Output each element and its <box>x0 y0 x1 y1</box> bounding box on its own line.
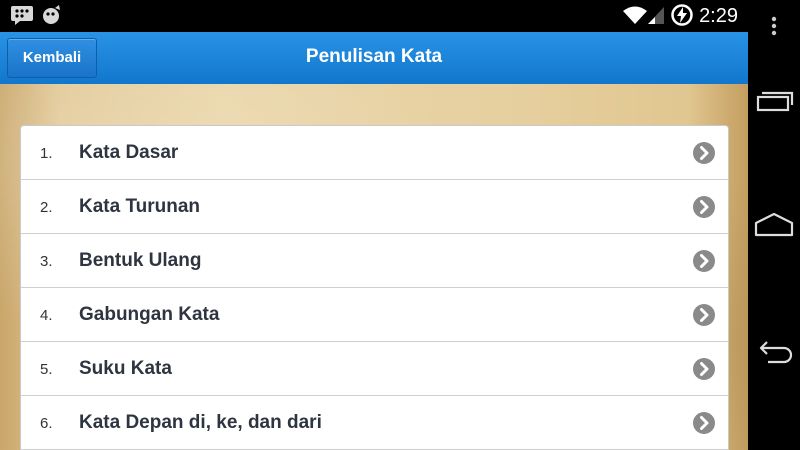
chevron-right-icon <box>693 358 715 380</box>
chevron-right-icon <box>693 142 715 164</box>
item-number: 5. <box>40 361 53 378</box>
home-icon <box>754 212 794 237</box>
navigation-bar <box>748 0 800 450</box>
menu-list: 1. Kata Dasar 2. Kata Turunan 3. Bentuk … <box>20 125 729 450</box>
list-item[interactable]: 2. Kata Turunan <box>21 180 728 234</box>
item-number: 3. <box>40 253 53 270</box>
chevron-right-icon <box>693 196 715 218</box>
status-bar: 2:29 <box>0 0 748 32</box>
back-button[interactable]: Kembali <box>7 38 97 78</box>
item-label: Kata Turunan <box>79 196 201 217</box>
item-label: Suku Kata <box>79 358 172 379</box>
signal-icon <box>646 5 666 29</box>
chevron-right-icon <box>693 412 715 434</box>
notification-app-icon <box>40 4 64 30</box>
item-label: Bentuk Ulang <box>79 250 202 271</box>
list-item[interactable]: 6. Kata Depan di, ke, dan dari <box>21 396 728 450</box>
item-label: Kata Depan di, ke, dan dari <box>79 412 322 433</box>
item-label: Gabungan Kata <box>79 304 220 325</box>
item-label: Kata Dasar <box>79 142 179 163</box>
clock: 2:29 <box>699 5 738 27</box>
list-item[interactable]: 5. Suku Kata <box>21 342 728 396</box>
list-item[interactable]: 3. Bentuk Ulang <box>21 234 728 288</box>
item-number: 2. <box>40 199 53 216</box>
back-nav-button[interactable] <box>748 320 800 380</box>
chevron-right-icon <box>693 250 715 272</box>
back-icon <box>759 341 793 364</box>
recent-apps-button[interactable] <box>748 70 800 130</box>
item-number: 4. <box>40 307 53 324</box>
overflow-menu-icon <box>771 16 777 36</box>
item-number: 6. <box>40 415 53 432</box>
wifi-icon <box>622 5 648 29</box>
list-item[interactable]: 4. Gabungan Kata <box>21 288 728 342</box>
list-item[interactable]: 1. Kata Dasar <box>21 126 728 180</box>
content-area: 1. Kata Dasar 2. Kata Turunan 3. Bentuk … <box>0 84 748 450</box>
action-bar: Kembali Penulisan Kata <box>0 32 748 84</box>
item-number: 1. <box>40 145 53 162</box>
page-title: Penulisan Kata <box>305 46 443 67</box>
charging-battery-icon <box>670 3 694 31</box>
overflow-menu-button[interactable] <box>748 0 800 60</box>
chevron-right-icon <box>693 304 715 326</box>
bbm-icon <box>10 4 34 30</box>
home-button[interactable] <box>748 195 800 255</box>
recent-apps-icon <box>756 91 794 112</box>
